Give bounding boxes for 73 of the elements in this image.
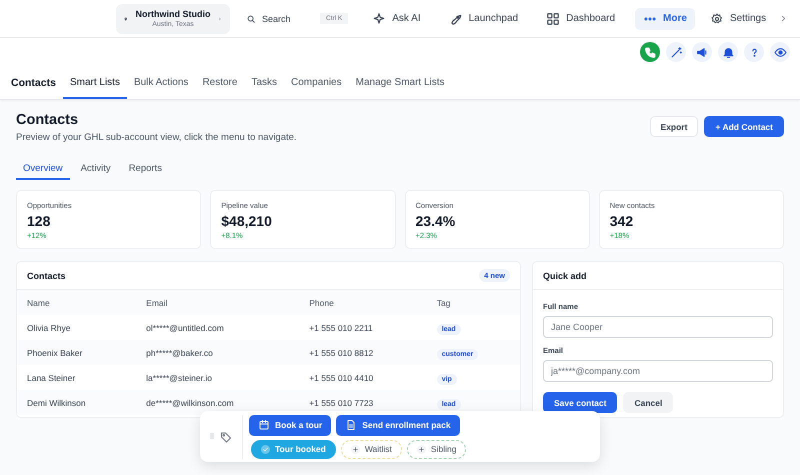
search-field[interactable]: Search — [260, 12, 316, 24]
nav-item[interactable]: Ask AI — [364, 8, 429, 30]
stat-value: 128 — [27, 213, 52, 229]
input-field[interactable]: Jane Cooper — [543, 316, 773, 338]
panel-title: Contacts — [27, 270, 66, 280]
bell-icon — [722, 46, 734, 58]
phone-button[interactable] — [640, 42, 660, 62]
export-button[interactable]: Export — [650, 116, 698, 137]
stat-value: $48,210 — [221, 213, 273, 229]
table-cell: la*****@steiner.io — [136, 365, 300, 390]
location-name: Northwind Studio — [136, 9, 210, 19]
eye-icon — [774, 46, 786, 58]
column-header: Name — [17, 290, 136, 315]
table-cell: Lana Steiner — [17, 365, 136, 390]
input-field[interactable]: ja*****@company.com — [543, 360, 773, 382]
bell-button[interactable] — [718, 42, 738, 62]
wand-icon — [670, 46, 682, 58]
drag-handle[interactable] — [208, 432, 214, 442]
check-icon — [262, 446, 269, 452]
document-icon — [345, 419, 358, 431]
plus-icon — [352, 446, 359, 452]
sparkle-icon — [372, 12, 386, 26]
phone-icon — [644, 46, 656, 58]
table-cell: ol*****@untitled.com — [136, 315, 300, 340]
tab[interactable]: Activity — [74, 163, 118, 180]
column-header: Tag — [426, 290, 520, 315]
tab[interactable]: Companies — [284, 68, 349, 99]
page-subtitle: Preview of your GHL sub-account view, click the menu to navigate. — [16, 132, 297, 143]
search-icon — [246, 14, 256, 24]
tag-icon — [220, 430, 232, 442]
save-button[interactable]: Save contact — [543, 392, 618, 413]
nav-item[interactable]: Dashboard — [538, 8, 624, 30]
panel-title: Quick add — [543, 270, 587, 280]
nav-item[interactable]: Launchpad — [440, 8, 526, 30]
megaphone-icon — [696, 46, 708, 58]
column-header: Email — [136, 290, 300, 315]
tag-chip[interactable]: Waitlist — [340, 440, 402, 458]
tab[interactable]: Reports — [122, 163, 169, 180]
settings-icon — [710, 12, 723, 24]
table-cell: de*****@wilkinson.com — [136, 390, 300, 415]
table-cell: Demi Wilkinson — [17, 390, 136, 415]
table-cell: ph*****@baker.co — [136, 340, 300, 365]
tab[interactable]: Tasks — [244, 68, 284, 99]
help-button[interactable] — [744, 42, 764, 62]
tab[interactable]: Contacts — [4, 68, 63, 99]
megaphone-button[interactable] — [692, 42, 712, 62]
tag-chip[interactable]: Sibling — [406, 440, 466, 458]
tab[interactable]: Restore — [195, 68, 244, 99]
table-cell: Phoenix Baker — [17, 340, 136, 365]
settings-button[interactable]: Settings — [704, 12, 794, 26]
cancel-button[interactable]: Cancel — [623, 392, 674, 413]
page-title: Contacts — [16, 112, 80, 128]
grid-icon — [546, 12, 560, 26]
grip-icon — [208, 432, 216, 440]
nav-item[interactable]: More — [635, 8, 695, 30]
table-cell: +1 555 010 8812 — [299, 340, 427, 365]
stat-value: 342 — [610, 213, 634, 229]
table-cell: +1 555 010 4410 — [299, 365, 427, 390]
plus-icon — [418, 446, 425, 452]
table-cell: Olivia Rhye — [17, 315, 136, 340]
table-cell: +1 555 010 2211 — [299, 315, 427, 340]
add-contact-button[interactable]: + Add Contact — [704, 116, 784, 137]
tab[interactable]: Manage Smart Lists — [348, 68, 452, 99]
eye-button[interactable] — [770, 42, 790, 62]
send-pack-button[interactable]: Send enrollment pack — [336, 414, 460, 436]
tab[interactable]: Overview — [16, 163, 70, 180]
column-header: Phone — [299, 290, 427, 315]
stat-value: 23.4% — [416, 213, 456, 229]
tab[interactable]: Smart Lists — [62, 68, 127, 99]
calendar-icon — [258, 419, 270, 431]
wand-button[interactable] — [666, 42, 686, 62]
book-tour-button[interactable]: Book a tour — [249, 414, 332, 436]
tab[interactable]: Bulk Actions — [126, 68, 196, 99]
